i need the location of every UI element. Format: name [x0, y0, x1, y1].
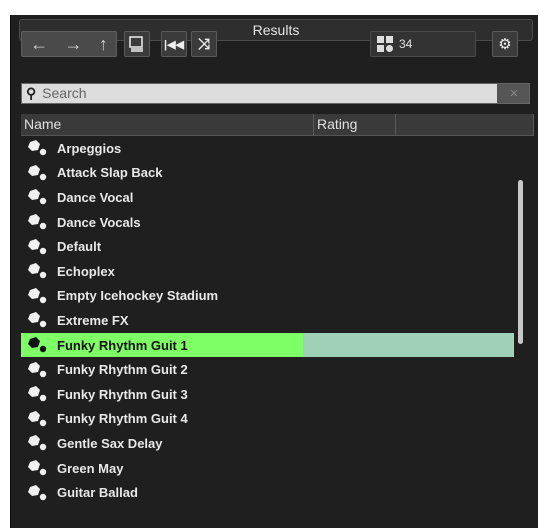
preset-icon [27, 214, 49, 230]
forward-icon[interactable]: → [64, 34, 82, 55]
preset-icon [27, 410, 49, 427]
clear-search-button[interactable]: × [499, 84, 529, 103]
list-item[interactable]: Green May [21, 456, 514, 481]
list-item-label: Funky Rhythm Guit 4 [57, 411, 188, 427]
list-item[interactable]: Default [21, 234, 514, 259]
view-toggle-button[interactable] [124, 31, 150, 57]
list-item-label: Dance Vocals [57, 214, 141, 230]
preset-icon [27, 238, 49, 255]
column-extra[interactable] [396, 114, 534, 135]
search-input[interactable]: ⚲ Search [22, 84, 497, 103]
list-item-label: Arpeggios [57, 140, 122, 156]
preset-icon [27, 287, 49, 304]
search-icon: ⚲ [26, 85, 37, 101]
results-list: Arpeggios Attack Slap Back Dance Vocal Danc… [21, 136, 514, 528]
list-item-label: Gentle Sax Delay [57, 435, 163, 451]
list-item-label: Empty Icehockey Stadium [57, 288, 219, 304]
list-item[interactable]: Dance Vocals [21, 210, 514, 235]
view-icon [129, 36, 143, 52]
preset-icon [27, 189, 49, 205]
rewind-button[interactable]: |◀◀ [161, 31, 187, 57]
list-item-label: Attack Slap Back [57, 165, 163, 181]
rating-cell[interactable] [303, 332, 513, 358]
navigation-group: ← → ↑ [21, 31, 117, 57]
preset-icon [27, 386, 49, 402]
search-placeholder: Search [42, 85, 87, 101]
list-item[interactable]: Funky Rhythm Guit 2 [21, 357, 514, 382]
grid-icon [377, 36, 395, 52]
list-item[interactable]: Empty Icehockey Stadium [21, 284, 514, 309]
list-item-label: Guitar Ballad [57, 485, 138, 501]
preset-icon [27, 484, 49, 501]
column-name[interactable]: Name [21, 114, 314, 135]
list-item[interactable]: Echoplex [21, 259, 514, 284]
preset-icon [27, 361, 49, 378]
scrollbar[interactable] [516, 136, 526, 528]
window-frame: Results ← → ↑ |◀◀ ⤨ 34 ⚙ ⚲ Search × Name… [0, 0, 539, 528]
preset-icon [27, 337, 49, 353]
preset-icon [27, 312, 49, 328]
preset-icon [27, 435, 49, 451]
list-item-label: Green May [57, 460, 124, 476]
shuffle-icon: ⤨ [197, 35, 210, 53]
list-item-label: Dance Vocal [57, 189, 134, 205]
list-item-label: Funky Rhythm Guit 2 [57, 362, 188, 378]
scrollbar-thumb[interactable] [518, 180, 523, 344]
list-item[interactable]: Guitar Ballad [21, 480, 514, 505]
settings-icon: ⚙ [498, 36, 512, 53]
list-item[interactable]: Funky Rhythm Guit 4 [21, 407, 514, 432]
preset-icon [27, 140, 49, 156]
list-item[interactable]: Dance Vocal [21, 185, 514, 210]
search-bar: ⚲ Search × [21, 83, 530, 104]
list-item-label: Extreme FX [57, 312, 129, 328]
column-rating[interactable]: Rating [314, 114, 396, 135]
shuffle-button[interactable]: ⤨ [191, 31, 217, 57]
rewind-icon: |◀◀ [164, 38, 184, 51]
list-item[interactable]: Arpeggios [21, 136, 514, 161]
settings-button[interactable]: ⚙ [492, 31, 518, 57]
list-item-label: Funky Rhythm Guit 1 [57, 337, 188, 353]
list-item-selected[interactable]: Funky Rhythm Guit 1 [21, 332, 514, 358]
preset-icon [27, 263, 49, 279]
list-item-label: Echoplex [57, 263, 115, 279]
result-count: 34 [399, 37, 413, 51]
list-item-label: Funky Rhythm Guit 3 [57, 386, 188, 402]
list-item[interactable]: Attack Slap Back [21, 161, 514, 186]
up-icon[interactable]: ↑ [99, 34, 108, 55]
list-item-label: Default [57, 239, 102, 255]
preset-icon [27, 164, 49, 181]
preset-icon [27, 460, 49, 476]
list-item[interactable]: Gentle Sax Delay [21, 431, 514, 456]
table-header: Name Rating [21, 114, 534, 136]
back-icon[interactable]: ← [30, 34, 48, 55]
list-item[interactable]: Funky Rhythm Guit 3 [21, 382, 514, 407]
result-count-display: 34 [370, 31, 476, 57]
list-item[interactable]: Extreme FX [21, 308, 514, 333]
